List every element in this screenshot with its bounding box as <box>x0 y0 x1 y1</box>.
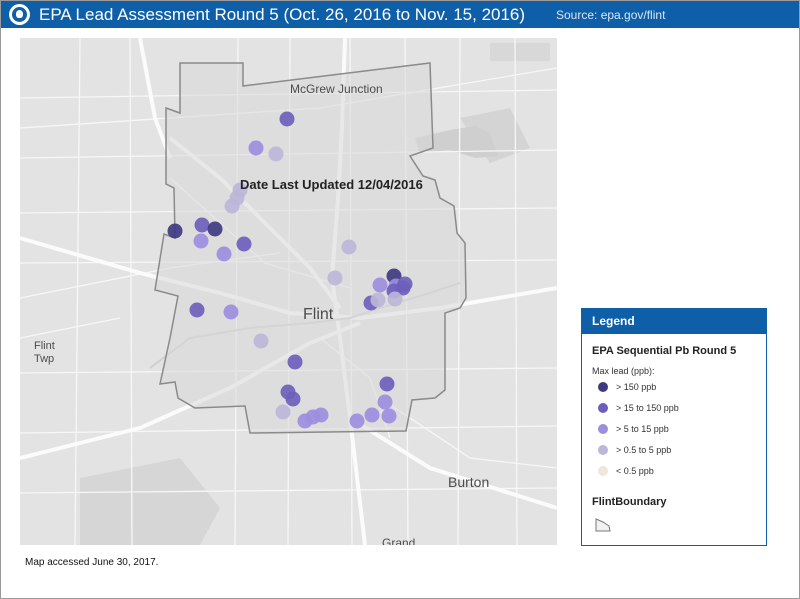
sample-point[interactable] <box>370 292 386 308</box>
sample-point[interactable] <box>377 394 393 410</box>
sample-point[interactable] <box>194 217 210 233</box>
epa-seal-icon <box>9 4 30 25</box>
sample-point[interactable] <box>313 407 329 423</box>
sample-point[interactable] <box>253 333 269 349</box>
legend-item-label: > 150 ppb <box>616 382 657 392</box>
place-label-flint-twp: Flint Twp <box>34 340 55 365</box>
sample-point[interactable] <box>223 304 239 320</box>
legend-item-0-5to5: > 0.5 to 5 ppb <box>598 444 671 456</box>
sample-point[interactable] <box>279 111 295 127</box>
legend-swatch <box>598 466 608 476</box>
map-footnote: Map accessed June 30, 2017. <box>25 557 159 568</box>
legend-layer-name: EPA Sequential Pb Round 5 <box>592 345 737 357</box>
legend-item-lt0-5: < 0.5 ppb <box>598 465 654 477</box>
sample-point[interactable] <box>207 221 223 237</box>
sample-point[interactable] <box>189 302 205 318</box>
legend-swatch <box>598 382 608 392</box>
sample-point[interactable] <box>341 239 357 255</box>
sample-point[interactable] <box>224 198 240 214</box>
place-label-grand: Grand <box>382 536 416 545</box>
legend-item-gt150: > 150 ppb <box>598 381 656 393</box>
legend-item-label: > 15 to 150 ppb <box>616 403 679 413</box>
legend-title: Legend <box>582 309 766 334</box>
sample-point[interactable] <box>216 246 232 262</box>
sample-point[interactable] <box>275 404 291 420</box>
legend-item-label: > 5 to 15 ppb <box>616 424 669 434</box>
legend-panel: Legend EPA Sequential Pb Round 5 Max lea… <box>581 308 767 546</box>
sample-point[interactable] <box>167 223 183 239</box>
sample-point[interactable] <box>349 413 365 429</box>
sample-point[interactable] <box>327 270 343 286</box>
legend-item-label: < 0.5 ppb <box>616 466 654 476</box>
sample-point[interactable] <box>287 354 303 370</box>
sample-point[interactable] <box>387 291 403 307</box>
sample-point[interactable] <box>381 408 397 424</box>
legend-item-5to15: > 5 to 15 ppb <box>598 423 669 435</box>
legend-field-name: Max lead (ppb): <box>592 366 655 376</box>
sample-point[interactable] <box>285 391 301 407</box>
sample-point[interactable] <box>397 276 413 292</box>
legend-swatch <box>598 424 608 434</box>
sample-point[interactable] <box>372 277 388 293</box>
map-panel[interactable]: McGrew Junction Flint Flint Twp Burton G… <box>20 38 557 545</box>
sample-point[interactable] <box>236 236 252 252</box>
source-label: Source: epa.gov/flint <box>556 8 666 22</box>
date-updated-label: Date Last Updated 12/04/2016 <box>240 177 423 192</box>
basemap <box>20 38 557 545</box>
place-label-burton: Burton <box>448 474 490 490</box>
page-title: EPA Lead Assessment Round 5 (Oct. 26, 20… <box>39 5 526 24</box>
legend-swatch <box>598 403 608 413</box>
sample-point[interactable] <box>193 233 209 249</box>
sample-point[interactable] <box>379 376 395 392</box>
header-bar: EPA Lead Assessment Round 5 (Oct. 26, 20… <box>1 1 799 28</box>
legend-item-label: > 0.5 to 5 ppb <box>616 445 672 455</box>
sample-point[interactable] <box>248 140 264 156</box>
boundary-polygon-icon <box>595 518 611 532</box>
sample-point[interactable] <box>364 407 380 423</box>
place-label-flint: Flint <box>303 306 334 323</box>
legend-item-15to150: > 15 to 150 ppb <box>598 402 679 414</box>
sample-point[interactable] <box>268 146 284 162</box>
place-label-mcgrew-junction: McGrew Junction <box>290 82 383 96</box>
legend-swatch <box>598 445 608 455</box>
legend-boundary-name: FlintBoundary <box>592 496 667 508</box>
